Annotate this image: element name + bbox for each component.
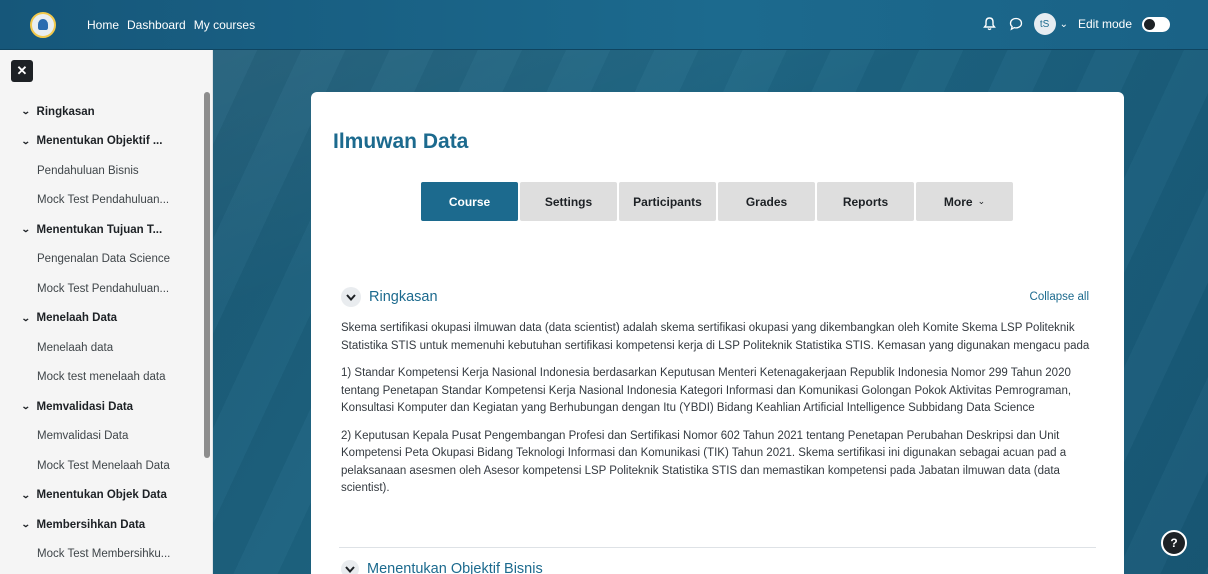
chevron-down-icon[interactable]: ⌄ — [21, 313, 31, 324]
top-navbar: Home Dashboard My courses tS ⌄ Edit mode — [0, 0, 1208, 50]
summary-paragraph: 2) Keputusan Kepala Pusat Pengembangan P… — [341, 429, 1067, 495]
primary-navigation: Home Dashboard My courses — [87, 18, 255, 32]
nav-my-courses-link[interactable]: My courses — [194, 18, 255, 32]
user-menu-chevron-down-icon[interactable]: ⌄ — [1060, 19, 1068, 30]
drawer-item-label: Menentukan Objektif ... — [36, 135, 163, 148]
tab-more-label: More — [943, 194, 973, 209]
drawer-activity-item[interactable]: Mock Test Menelaah Data — [0, 451, 200, 481]
drawer-item-label: Membersihkan Data — [36, 518, 146, 531]
drawer-section-item[interactable]: ⌄ Membersihkan Data — [0, 510, 200, 540]
drawer-activity-item[interactable]: Menelaah data — [0, 333, 200, 363]
summary-paragraph: 1) Standar Kompetensi Kerja Nasional Ind… — [341, 367, 1072, 414]
drawer-item-label: Memvalidasi Data — [37, 430, 129, 443]
notification-bell-icon[interactable] — [982, 16, 998, 32]
drawer-item-label: Ringkasan — [36, 105, 95, 118]
chevron-down-icon[interactable]: ⌄ — [21, 106, 31, 117]
chevron-down-icon[interactable]: ⌄ — [21, 519, 31, 530]
help-button[interactable]: ? — [1161, 530, 1187, 556]
close-drawer-button[interactable]: ✕ — [11, 60, 33, 82]
drawer-item-label: Mock Test Pendahuluan... — [37, 194, 170, 207]
drawer-item-label: Menelaah data — [37, 341, 114, 354]
messages-chat-icon[interactable] — [1008, 16, 1024, 32]
section-collapse-button[interactable] — [341, 287, 361, 307]
section-summary: Skema sertifikasi okupasi ilmuwan data (… — [341, 320, 1101, 508]
tab-participants[interactable]: Participants — [619, 182, 716, 221]
tab-course-label: Course — [448, 194, 491, 209]
drawer-activity-item[interactable]: Mock Test Membersihku... — [0, 540, 200, 570]
tab-grades-label: Grades — [745, 194, 788, 209]
drawer-section-item[interactable]: ⌄ Menentukan Objektif ... — [0, 127, 200, 157]
drawer-activity-item[interactable]: Mock Test Pendahuluan... — [0, 186, 200, 216]
drawer-activity-item[interactable]: Mock test menelaah data — [0, 363, 200, 393]
drawer-item-label: Pengenalan Data Science — [37, 253, 170, 266]
chevron-down-icon[interactable]: ⌄ — [21, 136, 31, 147]
course-index-drawer: ✕ ⌄ Ringkasan ⌄ Menentukan Objektif ... Pend… — [0, 50, 213, 574]
collapse-all-link[interactable]: Collapse all — [1030, 291, 1089, 303]
drawer-section-item[interactable]: ⌄ Menelaah Data — [0, 304, 200, 334]
drawer-item-label: Mock Test Pendahuluan... — [37, 282, 170, 295]
drawer-item-label: Menentukan Objek Data — [36, 489, 167, 502]
drawer-activity-item[interactable]: Memvalidasi Data — [0, 422, 200, 452]
drawer-section-item[interactable]: ⌄ Ringkasan — [0, 97, 200, 127]
nav-home-link[interactable]: Home — [87, 18, 119, 32]
drawer-section-item[interactable]: ⌄ Menentukan Objek Data — [0, 481, 200, 511]
chevron-down-icon[interactable]: ⌄ — [21, 490, 31, 501]
help-icon: ? — [1170, 536, 1178, 550]
tab-reports-label: Reports — [842, 194, 889, 209]
section-header-ringkasan: Ringkasan — [341, 287, 438, 307]
summary-paragraph: Skema sertifikasi okupasi ilmuwan data (… — [341, 322, 1090, 352]
tab-grades[interactable]: Grades — [718, 182, 815, 221]
drawer-scrollbar[interactable] — [204, 92, 210, 458]
drawer-section-item[interactable]: ⌄ Memvalidasi Data — [0, 392, 200, 422]
drawer-item-label: Pendahuluan Bisnis — [37, 164, 139, 177]
chevron-down-icon[interactable]: ⌄ — [21, 401, 31, 412]
drawer-activity-item[interactable]: Pendahuluan Bisnis — [0, 156, 200, 186]
chevron-down-icon — [346, 293, 356, 301]
section-title[interactable]: Menentukan Objektif Bisnis — [367, 561, 543, 574]
site-logo-icon[interactable] — [30, 12, 56, 38]
drawer-item-label: Mock test menelaah data — [37, 371, 166, 384]
tab-settings[interactable]: Settings — [520, 182, 617, 221]
close-icon: ✕ — [16, 63, 28, 78]
chevron-down-icon[interactable]: ⌄ — [21, 224, 31, 235]
drawer-activity-item[interactable]: Mock Test Pendahuluan... — [0, 274, 200, 304]
user-avatar[interactable]: tS — [1033, 13, 1056, 35]
navbar-user-controls: tS ⌄ Edit mode — [982, 13, 1170, 35]
tab-more[interactable]: More ⌄ — [916, 182, 1013, 221]
section-title[interactable]: Ringkasan — [369, 289, 438, 305]
edit-mode-toggle[interactable] — [1142, 16, 1170, 32]
tab-course[interactable]: Course — [421, 182, 518, 221]
drawer-item-label: Memvalidasi Data — [36, 400, 134, 413]
section-header-menentukan-objektif-bisnis: Menentukan Objektif Bisnis — [341, 560, 543, 574]
chevron-down-icon: ⌄ — [977, 196, 986, 206]
section-collapse-button[interactable] — [341, 560, 359, 574]
drawer-item-label: Menelaah Data — [36, 312, 118, 325]
tab-reports[interactable]: Reports — [817, 182, 914, 221]
drawer-item-label: Mock Test Menelaah Data — [37, 459, 170, 472]
tab-participants-label: Participants — [633, 194, 702, 209]
tab-settings-label: Settings — [544, 194, 593, 209]
section-divider — [339, 547, 1096, 548]
drawer-section-item[interactable]: ⌄ Menentukan Tujuan T... — [0, 215, 200, 245]
drawer-item-label: Menentukan Tujuan T... — [36, 223, 163, 236]
page-title: Ilmuwan Data — [333, 130, 469, 153]
course-index-list: ⌄ Ringkasan ⌄ Menentukan Objektif ... Pendah… — [0, 97, 200, 569]
course-secondary-navigation: Course Settings Participants Grades Repo… — [421, 182, 1013, 221]
course-content-card: Ilmuwan Data Course Settings Participant… — [311, 92, 1124, 574]
edit-mode-label: Edit mode — [1077, 17, 1132, 31]
drawer-activity-item[interactable]: Pengenalan Data Science — [0, 245, 200, 275]
drawer-item-label: Mock Test Membersihku... — [37, 548, 171, 561]
nav-dashboard-link[interactable]: Dashboard — [127, 18, 186, 32]
chevron-down-icon — [345, 565, 355, 573]
